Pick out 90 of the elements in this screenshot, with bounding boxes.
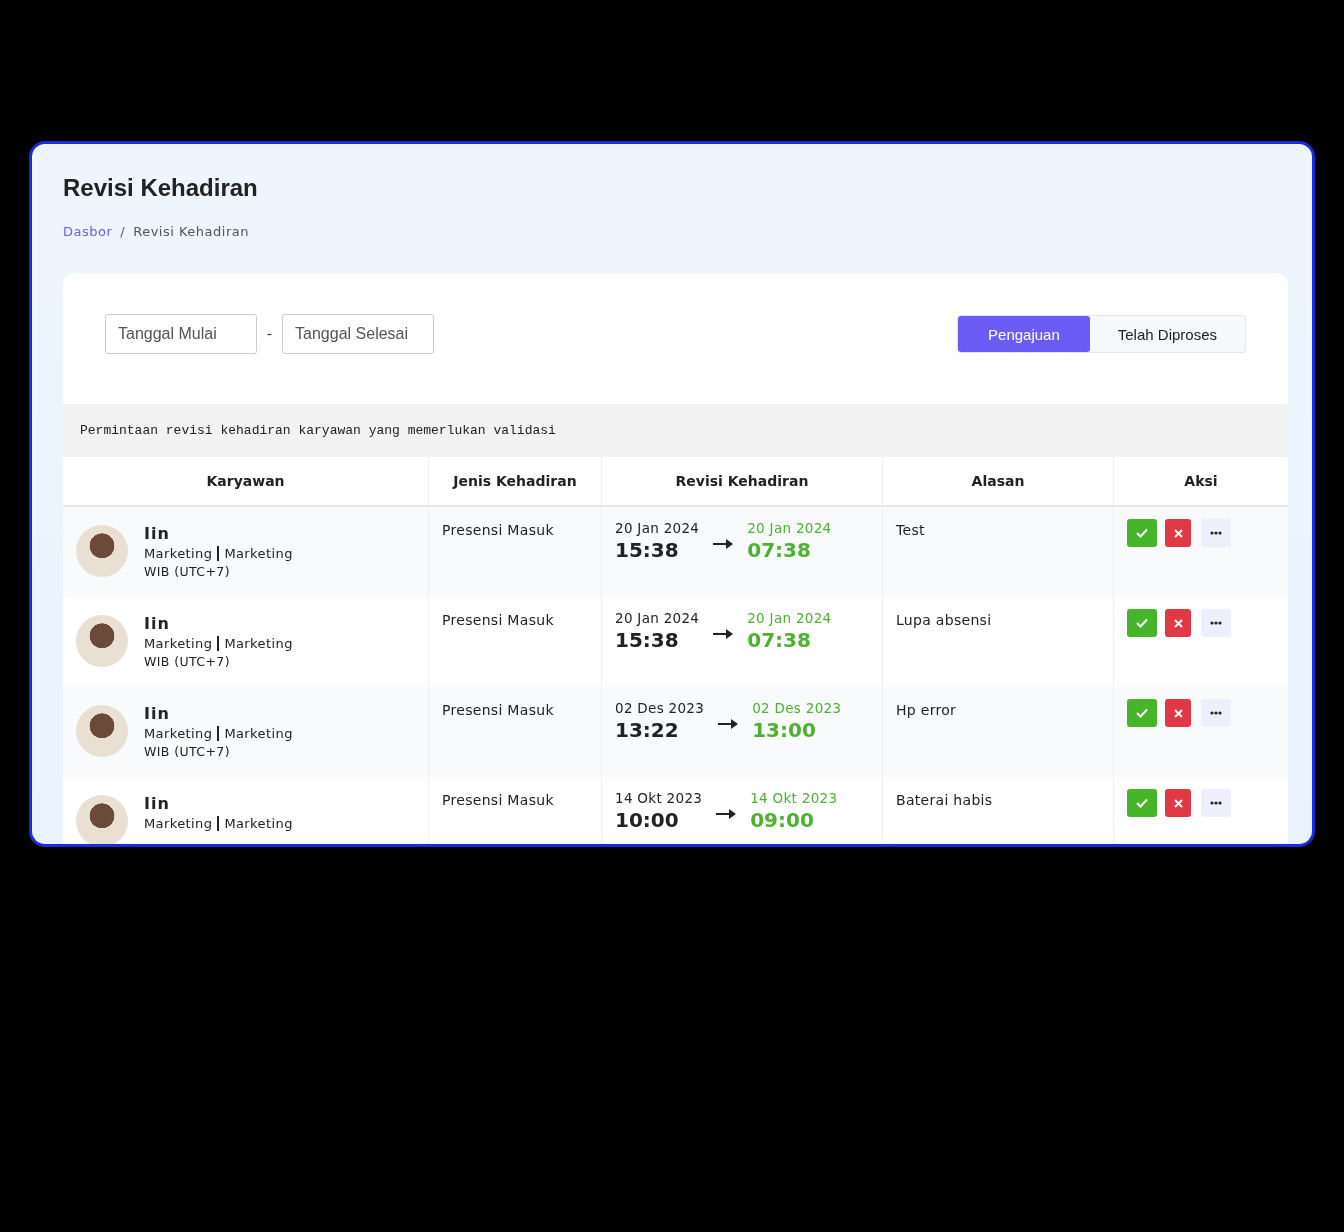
reason-text: Hp error xyxy=(896,702,957,718)
revised-date: 20 Jan 2024 xyxy=(747,610,832,626)
attendance-type: Presensi Masuk xyxy=(442,792,554,808)
employee-timezone: WIB (UTC+7) xyxy=(144,564,231,579)
original-time: 15:38 xyxy=(615,628,680,652)
check-icon xyxy=(1136,528,1148,538)
reason-text: Test xyxy=(896,522,925,538)
start-date-field[interactable]: Tanggal Mulai xyxy=(105,314,257,354)
original-date: 20 Jan 2024 xyxy=(615,610,700,626)
revised-date: 02 Des 2023 xyxy=(752,700,842,716)
avatar xyxy=(76,795,128,844)
reject-button[interactable] xyxy=(1165,789,1191,817)
employee-name: Iin xyxy=(144,524,171,543)
breadcrumb-link[interactable]: Dasbor xyxy=(63,224,113,239)
arrow-icon xyxy=(713,538,734,550)
original-time: 13:22 xyxy=(615,718,680,742)
revised-time: 09:00 xyxy=(750,808,815,832)
approve-button[interactable] xyxy=(1127,789,1157,817)
original-time: 15:38 xyxy=(615,538,680,562)
divider-mark xyxy=(217,726,220,741)
reason-text: Baterai habis xyxy=(896,792,993,808)
employee-division: Marketing xyxy=(144,636,213,651)
reason-text: Lupa absensi xyxy=(896,612,992,628)
check-icon xyxy=(1136,618,1148,628)
revised-date: 14 Okt 2023 xyxy=(750,790,838,806)
original-date: 02 Des 2023 xyxy=(615,700,705,716)
employee-position: Marketing xyxy=(224,636,293,651)
more-button[interactable] xyxy=(1201,519,1231,547)
table-caption: Permintaan revisi kehadiran karyawan yang memerlukan validasi xyxy=(63,404,1288,457)
divider-mark xyxy=(217,816,220,831)
revised-date: 20 Jan 2024 xyxy=(747,520,832,536)
end-date-field[interactable]: Tanggal Selesai xyxy=(282,314,435,354)
employee-name: Iin xyxy=(144,794,171,813)
revised-time: 13:00 xyxy=(752,718,817,742)
employee-division: Marketing xyxy=(144,726,213,741)
column-header: Aksi xyxy=(1183,472,1219,491)
attendance-type: Presensi Masuk xyxy=(442,612,554,628)
column-header: Jenis Kehadiran xyxy=(429,457,602,505)
reject-button[interactable] xyxy=(1165,699,1191,727)
attendance-type: Presensi Masuk xyxy=(442,522,554,538)
employee-name: Iin xyxy=(144,614,171,633)
more-icon xyxy=(1210,711,1222,715)
close-icon xyxy=(1173,798,1183,808)
more-button[interactable] xyxy=(1201,609,1231,637)
arrow-icon xyxy=(713,628,734,640)
approve-button[interactable] xyxy=(1127,699,1157,727)
arrow-icon xyxy=(718,718,739,730)
more-button[interactable] xyxy=(1201,699,1231,727)
employee-division: Marketing xyxy=(144,546,213,561)
employee-timezone: WIB (UTC+7) xyxy=(144,654,231,669)
more-button[interactable] xyxy=(1201,789,1231,817)
close-icon xyxy=(1173,618,1183,628)
employee-position: Marketing xyxy=(224,726,293,741)
check-icon xyxy=(1136,798,1148,808)
page-title: Revisi Kehadiran xyxy=(63,174,259,202)
reject-button[interactable] xyxy=(1165,519,1191,547)
divider-mark xyxy=(217,636,220,651)
close-icon xyxy=(1173,708,1183,718)
column-header: Revisi Kehadiran xyxy=(602,457,883,505)
approve-button[interactable] xyxy=(1127,519,1157,547)
employee-name: Iin xyxy=(144,704,171,723)
reject-button[interactable] xyxy=(1165,609,1191,637)
breadcrumb-current: Revisi Kehadiran xyxy=(133,224,249,239)
employee-division: Marketing xyxy=(144,816,213,831)
tab[interactable]: Telah Diproses xyxy=(1089,316,1245,352)
column-header: Karyawan xyxy=(63,457,429,505)
arrow-icon xyxy=(716,808,737,820)
avatar xyxy=(76,705,128,757)
revised-time: 07:38 xyxy=(747,538,812,562)
check-icon xyxy=(1136,708,1148,718)
employee-timezone: WIB (UTC+7) xyxy=(144,744,231,759)
avatar xyxy=(76,615,128,667)
approve-button[interactable] xyxy=(1127,609,1157,637)
attendance-type: Presensi Masuk xyxy=(442,702,554,718)
original-date: 14 Okt 2023 xyxy=(615,790,703,806)
divider-mark xyxy=(217,546,220,561)
avatar xyxy=(76,525,128,577)
breadcrumb-separator: / xyxy=(120,224,126,239)
revised-time: 07:38 xyxy=(747,628,812,652)
original-date: 20 Jan 2024 xyxy=(615,520,700,536)
column-header: Alasan xyxy=(883,457,1114,505)
original-time: 10:00 xyxy=(615,808,680,832)
employee-position: Marketing xyxy=(224,546,293,561)
close-icon xyxy=(1173,528,1183,538)
more-icon xyxy=(1210,621,1222,625)
more-icon xyxy=(1210,801,1222,805)
more-icon xyxy=(1210,531,1222,535)
tab[interactable]: Pengajuan xyxy=(958,316,1090,352)
date-separator: - xyxy=(267,326,273,342)
employee-position: Marketing xyxy=(224,816,293,831)
